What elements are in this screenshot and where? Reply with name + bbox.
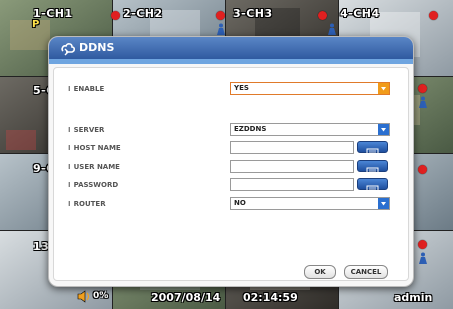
motion-person-icon: [328, 23, 336, 35]
host-name-input[interactable]: [230, 141, 354, 154]
speaker-icon[interactable]: [77, 290, 91, 303]
ptz-indicator: P: [32, 19, 40, 30]
record-indicator-3: [216, 11, 225, 20]
keyboard-icon: [366, 167, 379, 175]
network-icon: [61, 43, 76, 56]
motion-person-icon: [419, 96, 427, 108]
server-select[interactable]: EZDDNS: [230, 123, 390, 136]
motion-person-icon: [217, 23, 225, 35]
router-value: NO: [234, 199, 246, 207]
server-value: EZDDNS: [234, 125, 267, 133]
user-name-keyboard-button[interactable]: [357, 160, 388, 175]
cancel-button[interactable]: CANCEL: [344, 265, 388, 279]
record-indicator-4b: [429, 11, 438, 20]
enable-select[interactable]: YES: [230, 82, 390, 95]
volume-level: 0%: [93, 291, 109, 301]
status-date: 2007/08/14: [151, 291, 221, 304]
password-label: I PASSWORD: [68, 181, 119, 189]
motion-person-icon: [419, 252, 427, 264]
server-label: I SERVER: [68, 126, 105, 134]
password-input[interactable]: [230, 178, 354, 191]
user-name-input[interactable]: [230, 160, 354, 173]
password-keyboard-button[interactable]: [357, 178, 388, 193]
keyboard-icon: [366, 185, 379, 193]
dialog-header-stripe: [49, 59, 413, 64]
channel-label-3: 3-CH3: [233, 7, 273, 20]
dialog-body: I ENABLE YES I SERVER EZDDNS I HOST NAME IU…: [53, 67, 409, 281]
dialog-title: DDNS: [79, 41, 115, 54]
ok-button[interactable]: OK: [304, 265, 336, 279]
enable-value: YES: [234, 84, 249, 92]
keyboard-icon: [366, 148, 379, 156]
enable-label: I ENABLE: [68, 85, 105, 93]
record-indicator-16: [418, 240, 427, 249]
ddns-dialog: DDNS I ENABLE YES I SERVER EZDDNS I HOST NA…: [48, 36, 414, 287]
channel-label-13: 13: [33, 240, 50, 253]
status-time: 02:14:59: [243, 291, 298, 304]
router-select[interactable]: NO: [230, 197, 390, 210]
router-label: I ROUTER: [68, 200, 106, 208]
record-indicator-12: [418, 165, 427, 174]
user-name-label: I USER NAME: [68, 163, 120, 171]
record-indicator-4: [318, 11, 327, 20]
host-name-label: I HOST NAME: [68, 144, 121, 152]
chevron-down-icon[interactable]: [378, 124, 389, 135]
record-indicator-8: [418, 84, 427, 93]
channel-label-4: 4-CH4: [340, 7, 380, 20]
chevron-down-icon[interactable]: [378, 198, 389, 209]
channel-label-2: 2-CH2: [123, 7, 163, 20]
logged-in-user: admin: [394, 291, 433, 304]
record-indicator-2: [111, 11, 120, 20]
chevron-down-icon[interactable]: [378, 83, 389, 94]
host-name-keyboard-button[interactable]: [357, 141, 388, 156]
